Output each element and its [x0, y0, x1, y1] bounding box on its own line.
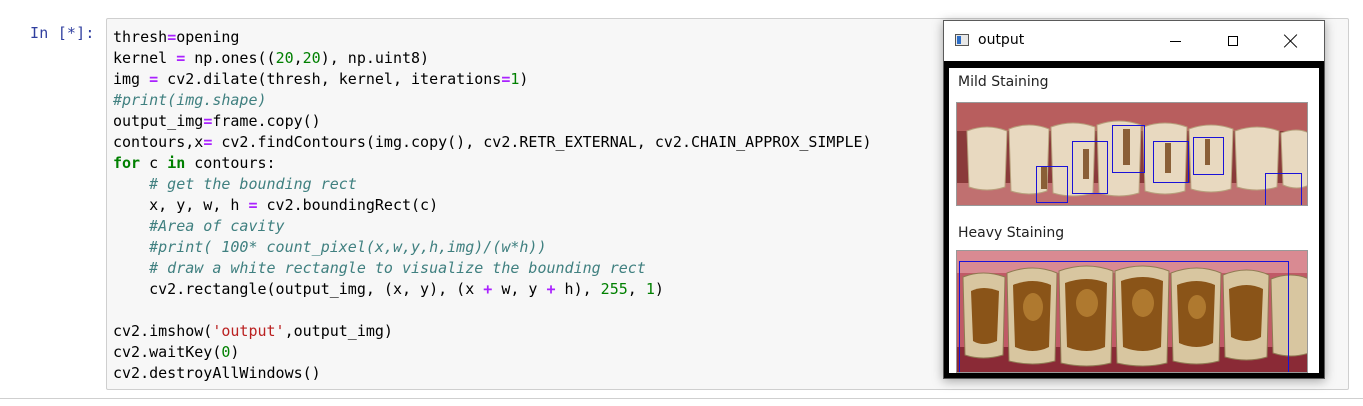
close-button[interactable]	[1268, 21, 1314, 61]
app-window-icon	[955, 34, 969, 46]
code-line: kernel = np.ones((20,20), np.uint8)	[113, 49, 430, 67]
code-line: for c in contours:	[113, 154, 276, 172]
code-line: #print( 100* count_pixel(x,w,y,h,img)/(w…	[149, 238, 547, 256]
bounding-box	[1112, 125, 1145, 173]
mild-staining-label: Mild Staining	[958, 74, 1049, 90]
bounding-box	[1072, 141, 1108, 194]
bounding-box	[1193, 137, 1224, 175]
code-line: output_img=frame.copy()	[113, 112, 321, 130]
minimize-icon	[1169, 40, 1181, 42]
close-icon	[1284, 34, 1298, 48]
heavy-staining-label: Heavy Staining	[958, 225, 1065, 241]
code-line: img = cv2.dilate(thresh, kernel, iterati…	[113, 70, 529, 88]
output-window[interactable]: output Mild Staining Heavy Staining	[943, 20, 1325, 379]
bounding-box	[959, 261, 1289, 372]
cell-prompt: In [*]:	[30, 24, 95, 42]
code-line: cv2.imshow('output',output_img)	[113, 322, 393, 340]
code-line: #Area of cavity	[149, 217, 285, 235]
code-line: # draw a white rectangle to visualize th…	[149, 259, 646, 277]
bounding-box	[1153, 141, 1189, 183]
code-line: thresh=opening	[113, 28, 240, 46]
code-line: x, y, w, h = cv2.boundingRect(c)	[113, 196, 439, 214]
code-line: cv2.rectangle(output_img, (x, y), (x + w…	[113, 280, 664, 298]
window-title: output	[978, 32, 1025, 48]
bounding-box	[1036, 166, 1068, 203]
maximize-icon	[1228, 36, 1238, 46]
code-line: cv2.waitKey(0)	[113, 343, 240, 361]
output-image: Mild Staining Heavy Staining	[949, 68, 1319, 373]
code-line: #print(img.shape)	[113, 91, 267, 109]
heavy-staining-photo	[956, 250, 1308, 373]
code-editor[interactable]: thresh=opening kernel = np.ones((20,20),…	[113, 27, 872, 384]
code-line: # get the bounding rect	[149, 175, 357, 193]
window-titlebar[interactable]: output	[944, 21, 1324, 61]
minimize-button[interactable]	[1152, 21, 1198, 61]
code-line: contours,x= cv2.findContours(img.copy(),…	[113, 133, 872, 151]
maximize-button[interactable]	[1210, 21, 1256, 61]
mild-staining-photo	[956, 102, 1308, 206]
bounding-box	[1265, 173, 1302, 205]
code-line: cv2.destroyAllWindows()	[113, 364, 321, 382]
